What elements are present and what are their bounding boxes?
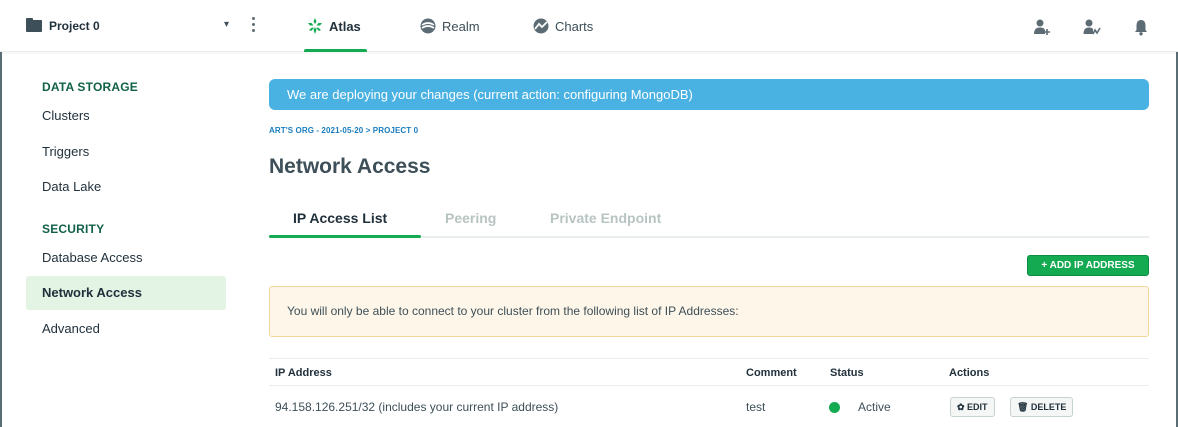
tab-ip-access-list[interactable]: IP Access List [293,210,387,226]
folder-icon [26,18,42,32]
deployment-banner: We are deploying your changes (current a… [269,79,1149,110]
sidebar-heading-data-storage: DATA STORAGE [42,80,138,94]
add-ip-address-button[interactable]: + ADD IP ADDRESS [1027,255,1149,276]
sidebar-item-clusters[interactable]: Clusters [26,99,226,133]
table-header: IP Address Comment Status Actions [269,358,1149,386]
tab-charts-label: Charts [555,18,594,34]
project-options-kebab-icon[interactable] [248,17,258,35]
status-cell: Active [858,400,891,414]
sidebar-item-triggers[interactable]: Triggers [26,135,226,169]
activity-feed-icon[interactable] [1083,18,1101,36]
project-selector[interactable]: Project 0 ▾ [26,16,266,36]
column-status[interactable]: Status [830,367,864,379]
tab-peering[interactable]: Peering [445,210,496,226]
bell-icon[interactable] [1132,18,1150,36]
project-name: Project 0 [49,19,100,33]
column-comment[interactable]: Comment [746,367,797,379]
sidebar-item-advanced[interactable]: Advanced [26,312,226,346]
realm-icon [420,18,436,34]
tab-atlas[interactable]: Atlas [304,0,367,52]
tab-realm[interactable]: Realm [419,0,480,52]
ip-access-table: IP Address Comment Status Actions 94.158… [269,358,1149,427]
active-status-dot-icon [829,402,840,413]
tab-private-endpoint[interactable]: Private Endpoint [550,210,661,226]
chevron-down-icon: ▾ [224,19,230,30]
column-ip-address[interactable]: IP Address [275,367,332,379]
delete-button[interactable]: 🗑 DELETE [1010,397,1074,417]
charts-icon [533,18,549,34]
left-sidebar: DATA STORAGE Clusters Triggers Data Lake… [0,53,240,427]
sidebar-item-data-lake[interactable]: Data Lake [26,170,226,204]
tab-realm-label: Realm [442,18,480,34]
ip-address-cell: 94.158.126.251/32 (includes your current… [275,400,559,414]
edit-button[interactable]: ✿ EDIT [950,397,995,417]
comment-cell: test [746,400,766,414]
tab-atlas-label: Atlas [329,18,361,34]
breadcrumb[interactable]: ART'S ORG - 2021-05-20 > PROJECT 0 [269,126,418,135]
sidebar-item-network-access[interactable]: Network Access [26,276,226,310]
sidebar-heading-security: SECURITY [42,222,105,236]
active-tab-indicator [269,235,421,238]
column-actions: Actions [949,367,990,379]
sidebar-item-database-access[interactable]: Database Access [26,241,226,275]
top-navigation-bar: Project 0 ▾ Atlas Realm Charts [0,0,1178,52]
invite-user-icon[interactable] [1033,18,1051,36]
page-title: Network Access [269,155,431,178]
tab-charts[interactable]: Charts [532,0,593,52]
atlas-leaf-icon [308,18,322,34]
network-access-tabs: IP Access List Peering Private Endpoint [269,208,1149,238]
ip-list-notice: You will only be able to connect to your… [269,286,1149,337]
table-row: 94.158.126.251/32 (includes your current… [269,386,1149,427]
